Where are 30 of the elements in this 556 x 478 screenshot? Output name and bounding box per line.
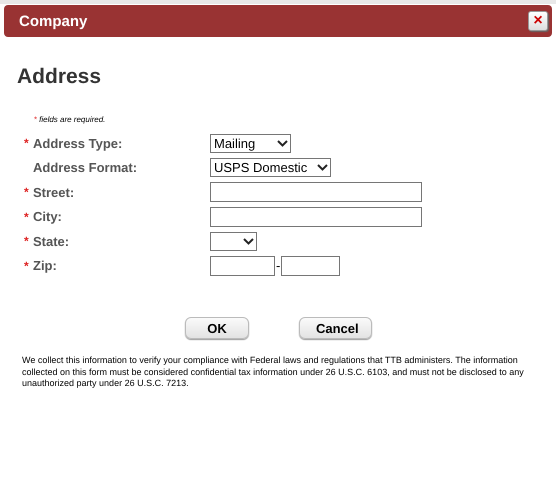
caret-icon (277, 140, 288, 147)
input-field[interactable] (210, 182, 422, 202)
field-label: Street: (33, 184, 74, 200)
field-label: Address Type: (33, 136, 122, 151)
input-field[interactable] (281, 256, 340, 276)
field-label: Zip: (33, 258, 57, 274)
disclaimer-text: We collect this information to verify your compliance with Federal laws and regulations that TTB administers. The information collected on this form must be considered confidential tax information under 26 U.S.C. 6103, and must not be disclosed to any unauthorized party under 26 U.S.C. 7213. (22, 355, 525, 390)
required-mark: * (24, 136, 30, 150)
required-mark: * (24, 258, 30, 273)
required-mark: * (24, 185, 30, 200)
separator: - (276, 258, 280, 274)
input-field[interactable] (210, 256, 275, 276)
cancel-button[interactable]: Cancel (299, 317, 372, 339)
field-label: Address Format: (33, 160, 138, 176)
window-title: Company (19, 12, 88, 30)
required-mark: * (24, 210, 30, 224)
input-field[interactable] (210, 206, 422, 227)
dropdown[interactable]: USPS Domestic (210, 158, 331, 178)
caret-icon (317, 164, 328, 172)
field-label: City: (33, 209, 62, 224)
required-mark: * (24, 234, 30, 248)
close-button[interactable]: × (528, 11, 548, 31)
dropdown[interactable] (210, 232, 257, 251)
ok-button[interactable]: OK (185, 317, 249, 339)
required-mark: * (34, 115, 38, 124)
dropdown[interactable]: Mailing (210, 134, 291, 153)
page-heading: Address (17, 65, 102, 89)
caret-icon (243, 238, 254, 245)
field-label: State: (33, 234, 70, 249)
required-note: fields are required. (39, 115, 106, 124)
